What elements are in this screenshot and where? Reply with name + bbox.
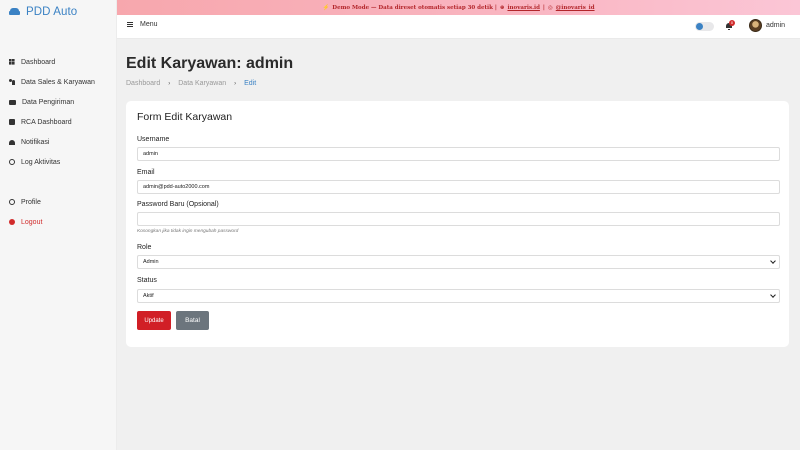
notification-badge: 0 <box>729 20 735 26</box>
hamburger-icon <box>127 22 133 27</box>
user-menu[interactable]: admin <box>749 19 785 32</box>
sidebar-item-data-pengiriman[interactable]: Data Pengiriman <box>0 92 116 112</box>
sidebar-item-label: Data Sales & Karyawan <box>21 78 95 86</box>
username-label: Username <box>137 136 170 143</box>
form-card: Form Edit Karyawan Username admin Email … <box>126 101 789 347</box>
brand-name: PDD Auto <box>26 6 78 18</box>
sidebar-item-log-aktivitas[interactable]: Log Aktivitas <box>0 152 116 172</box>
notification-button[interactable]: 0 <box>724 20 736 32</box>
avatar <box>749 19 762 32</box>
breadcrumb-current: Edit <box>244 80 257 87</box>
user-name: admin <box>766 22 786 29</box>
bell-icon <box>9 139 15 145</box>
theme-toggle[interactable] <box>695 22 714 31</box>
menu-label: Menu <box>140 21 158 28</box>
email-label: Email <box>137 169 155 176</box>
banner-link-instagram[interactable]: @inovaris_id <box>556 5 595 11</box>
status-value: Aktif <box>143 293 154 299</box>
demo-banner: ⚡ Demo Mode — Data direset otomatis seti… <box>117 0 800 15</box>
sidebar-item-label: Data Pengiriman <box>22 98 75 106</box>
users-icon <box>9 79 15 85</box>
role-value: Admin <box>143 259 159 265</box>
status-select[interactable]: Aktif <box>137 289 780 303</box>
email-field[interactable]: admin@pdd-auto2000.com <box>137 180 780 194</box>
brand[interactable]: PDD Auto <box>9 5 77 19</box>
breadcrumb-data-karyawan[interactable]: Data Karyawan <box>178 80 226 87</box>
sidebar-item-logout[interactable]: Logout <box>0 212 116 232</box>
grid-icon <box>9 59 15 65</box>
password-field[interactable] <box>137 212 780 226</box>
sidebar: PDD Auto Dashboard Data Sales & Karyawan… <box>0 0 117 450</box>
breadcrumb: Dashboard › Data Karyawan › Edit <box>126 80 256 87</box>
sidebar-item-rca-dashboard[interactable]: RCA Dashboard <box>0 112 116 132</box>
password-label: Password Baru (Opsional) <box>137 201 219 208</box>
form-title: Form Edit Karyawan <box>137 111 233 123</box>
user-circle-icon <box>9 199 15 205</box>
role-label: Role <box>137 244 152 251</box>
sidebar-item-dashboard[interactable]: Dashboard <box>0 52 116 72</box>
sidebar-item-data-sales-karyawan[interactable]: Data Sales & Karyawan <box>0 72 116 92</box>
instagram-icon: ◎ <box>547 4 553 11</box>
username-field[interactable]: admin <box>137 147 780 161</box>
sidebar-item-label: Logout <box>21 218 43 226</box>
topbar: Menu 0 admin <box>117 15 800 39</box>
toggle-knob <box>696 23 703 30</box>
breadcrumb-dashboard[interactable]: Dashboard <box>126 80 160 87</box>
chevron-down-icon <box>770 258 776 264</box>
clock-icon <box>9 159 15 165</box>
logout-icon <box>9 219 15 225</box>
bolt-icon: ⚡ <box>322 4 330 11</box>
sidebar-item-label: Notifikasi <box>21 138 50 146</box>
sidebar-item-label: Profile <box>21 198 41 206</box>
sidebar-item-profile[interactable]: Profile <box>0 192 116 212</box>
page-title: Edit Karyawan: admin <box>126 55 294 72</box>
update-button[interactable]: Update <box>137 311 171 330</box>
role-select[interactable]: Admin <box>137 255 780 269</box>
document-icon <box>9 119 15 125</box>
banner-divider: | <box>542 4 545 11</box>
password-hint: Kosongkan jika tidak ingin mengubah pass… <box>137 229 239 234</box>
banner-text: Demo Mode — Data direset otomatis setiap… <box>332 4 497 11</box>
sidebar-item-label: RCA Dashboard <box>21 118 72 126</box>
chevron-down-icon <box>770 292 776 298</box>
truck-icon <box>9 99 16 105</box>
chevron-right-icon: › <box>168 80 171 87</box>
status-label: Status <box>137 277 157 284</box>
menu-button[interactable]: Menu <box>127 21 158 28</box>
cancel-button[interactable]: Batal <box>176 311 209 330</box>
banner-link-website[interactable]: inovaris.id <box>507 5 539 11</box>
globe-icon: ⊕ <box>499 4 505 11</box>
sidebar-item-notifikasi[interactable]: Notifikasi <box>0 132 116 152</box>
sidebar-item-label: Dashboard <box>21 58 56 66</box>
sidebar-nav: Dashboard Data Sales & Karyawan Data Pen… <box>0 52 116 232</box>
car-icon <box>9 8 20 16</box>
chevron-right-icon: › <box>234 80 237 87</box>
sidebar-item-label: Log Aktivitas <box>21 158 61 166</box>
